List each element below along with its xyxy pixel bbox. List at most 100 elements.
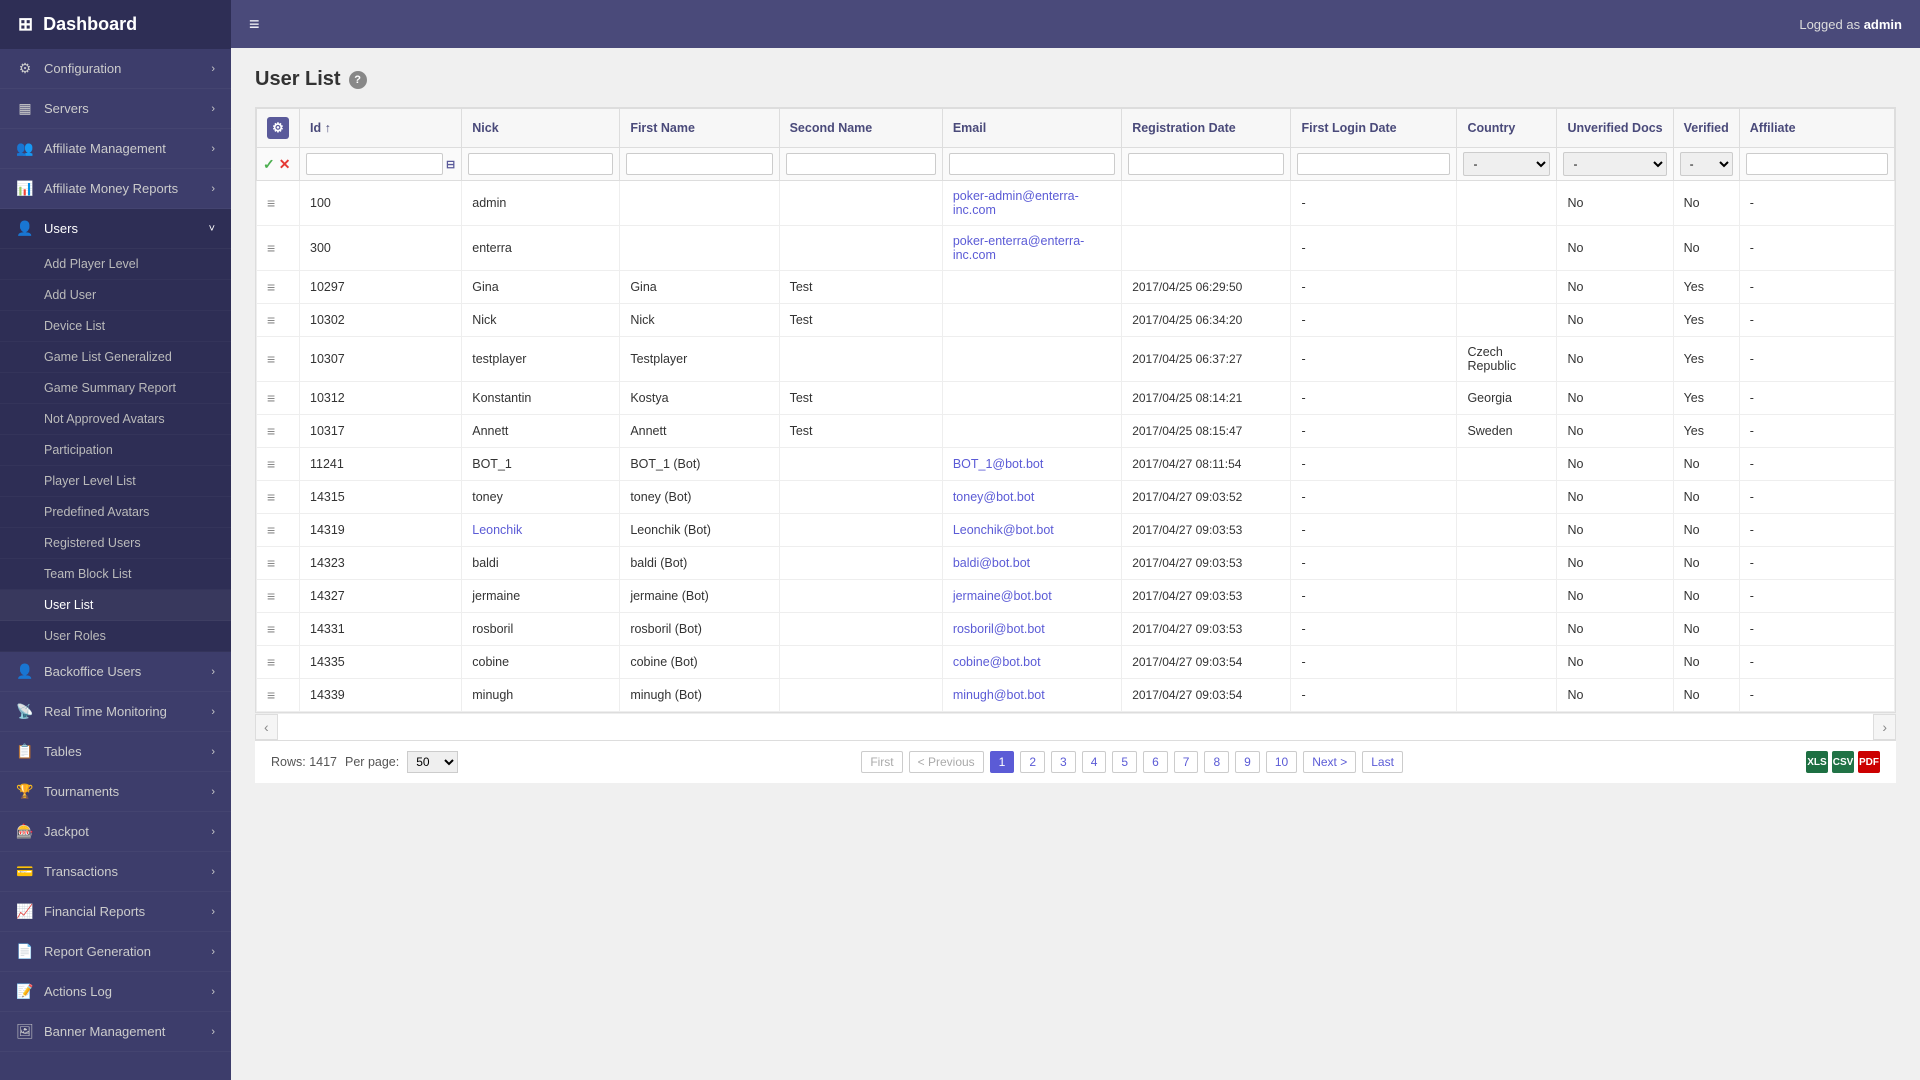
export-csv-button[interactable]: CSV [1832, 751, 1854, 773]
sidebar-item-users[interactable]: 👤 Users ˅ [0, 209, 231, 249]
row-menu-icon[interactable]: ≡ [267, 621, 275, 637]
prev-page-button[interactable]: < Previous [909, 751, 984, 773]
servers-icon: ▦ [16, 100, 34, 117]
sidebar-item-actions-log[interactable]: 📝 Actions Log › [0, 972, 231, 1012]
sidebar-sub-player-level-list[interactable]: Player Level List [0, 466, 231, 497]
row-menu-icon[interactable]: ≡ [267, 423, 275, 439]
page-3-button[interactable]: 3 [1051, 751, 1076, 773]
filter-nick-input[interactable] [468, 153, 613, 175]
row-menu-icon[interactable]: ≡ [267, 489, 275, 505]
sidebar-item-backoffice-users[interactable]: 👤 Backoffice Users › [0, 652, 231, 692]
sidebar-item-jackpot[interactable]: 🎰 Jackpot › [0, 812, 231, 852]
col-header-reg-date[interactable]: Registration Date [1122, 109, 1291, 148]
filter-cell-id: ⊟ [300, 148, 462, 181]
table-settings-icon[interactable]: ⚙ [267, 117, 289, 139]
horizontal-scroll-container: ‹ › [255, 713, 1896, 740]
next-page-button[interactable]: Next > [1303, 751, 1356, 773]
sidebar-sub-team-block-list[interactable]: Team Block List [0, 559, 231, 590]
filter-country-select[interactable]: - [1463, 152, 1550, 176]
row-menu-icon[interactable]: ≡ [267, 588, 275, 604]
col-header-first-login[interactable]: First Login Date [1291, 109, 1457, 148]
first-page-button[interactable]: First [861, 751, 902, 773]
page-10-button[interactable]: 10 [1266, 751, 1297, 773]
filter-first-login-input[interactable] [1297, 153, 1450, 175]
col-header-affiliate[interactable]: Affiliate [1739, 109, 1894, 148]
sidebar-item-tables[interactable]: 📋 Tables › [0, 732, 231, 772]
filter-second-name-input[interactable] [786, 153, 936, 175]
page-2-button[interactable]: 2 [1020, 751, 1045, 773]
row-menu-icon[interactable]: ≡ [267, 279, 275, 295]
sidebar-sub-participation[interactable]: Participation [0, 435, 231, 466]
col-header-country[interactable]: Country [1457, 109, 1557, 148]
sidebar-sub-device-list[interactable]: Device List [0, 311, 231, 342]
row-menu-icon[interactable]: ≡ [267, 351, 275, 367]
sidebar-item-report-generation[interactable]: 📄 Report Generation › [0, 932, 231, 972]
filter-first-name-input[interactable] [626, 153, 772, 175]
sidebar-sub-registered-users[interactable]: Registered Users [0, 528, 231, 559]
row-menu-icon[interactable]: ≡ [267, 687, 275, 703]
sidebar-sub-game-list-generalized[interactable]: Game List Generalized [0, 342, 231, 373]
sidebar-sub-game-summary-report[interactable]: Game Summary Report [0, 373, 231, 404]
page-6-button[interactable]: 6 [1143, 751, 1168, 773]
help-icon[interactable]: ? [349, 71, 367, 89]
export-pdf-button[interactable]: PDF [1858, 751, 1880, 773]
page-5-button[interactable]: 5 [1112, 751, 1137, 773]
sidebar-item-financial-reports[interactable]: 📈 Financial Reports › [0, 892, 231, 932]
sidebar-item-real-time-monitoring[interactable]: 📡 Real Time Monitoring › [0, 692, 231, 732]
sidebar-item-banner-management[interactable]: 🖼 Banner Management › [0, 1012, 231, 1052]
row-menu-icon[interactable]: ≡ [267, 390, 275, 406]
row-menu-icon[interactable]: ≡ [267, 654, 275, 670]
sidebar-sub-not-approved-avatars[interactable]: Not Approved Avatars [0, 404, 231, 435]
col-header-id[interactable]: Id ↑ [300, 109, 462, 148]
sidebar-item-transactions[interactable]: 💳 Transactions › [0, 852, 231, 892]
filter-email-input[interactable] [949, 153, 1115, 175]
row-unverified-docs-cell: No [1557, 271, 1673, 304]
sidebar-sub-predefined-avatars[interactable]: Predefined Avatars [0, 497, 231, 528]
row-menu-cell: ≡ [257, 481, 300, 514]
sidebar-sub-user-list[interactable]: User List [0, 590, 231, 621]
row-menu-icon[interactable]: ≡ [267, 312, 275, 328]
row-menu-icon[interactable]: ≡ [267, 195, 275, 211]
row-nick[interactable]: Leonchik [472, 523, 522, 537]
filter-confirm-icon[interactable]: ✓ [263, 156, 275, 173]
filter-affiliate-input[interactable] [1746, 153, 1888, 175]
per-page-select[interactable]: 10 25 50 100 [407, 751, 458, 773]
filter-unverified-docs-select[interactable]: - [1563, 152, 1666, 176]
row-menu-icon[interactable]: ≡ [267, 522, 275, 538]
page-8-button[interactable]: 8 [1204, 751, 1229, 773]
filter-reg-date-input[interactable] [1128, 153, 1284, 175]
page-7-button[interactable]: 7 [1174, 751, 1199, 773]
col-header-verified[interactable]: Verified [1673, 109, 1739, 148]
sidebar-item-servers[interactable]: ▦ Servers › [0, 89, 231, 129]
row-menu-icon[interactable]: ≡ [267, 240, 275, 256]
sidebar-item-tournaments[interactable]: 🏆 Tournaments › [0, 772, 231, 812]
filter-id-icon[interactable]: ⊟ [446, 158, 455, 171]
filter-verified-select[interactable]: - [1680, 152, 1733, 176]
page-1-button[interactable]: 1 [990, 751, 1015, 773]
col-header-second-name[interactable]: Second Name [779, 109, 942, 148]
row-menu-icon[interactable]: ≡ [267, 456, 275, 472]
row-menu-icon[interactable]: ≡ [267, 555, 275, 571]
scroll-left-button[interactable]: ‹ [255, 714, 278, 740]
page-9-button[interactable]: 9 [1235, 751, 1260, 773]
scroll-right-button[interactable]: › [1873, 714, 1896, 740]
sidebar-item-configuration[interactable]: ⚙ Configuration › [0, 49, 231, 89]
col-header-first-name[interactable]: First Name [620, 109, 779, 148]
sidebar-item-affiliate-money-reports[interactable]: 📊 Affiliate Money Reports › [0, 169, 231, 209]
col-header-unverified-docs[interactable]: Unverified Docs [1557, 109, 1673, 148]
col-header-email[interactable]: Email [942, 109, 1121, 148]
row-unverified-docs-cell: No [1557, 382, 1673, 415]
col-header-nick[interactable]: Nick [462, 109, 620, 148]
row-first-login-cell: - [1291, 415, 1457, 448]
sidebar-item-affiliate-management[interactable]: 👥 Affiliate Management › [0, 129, 231, 169]
sidebar-sub-add-user[interactable]: Add User [0, 280, 231, 311]
hamburger-menu-button[interactable]: ≡ [249, 14, 260, 35]
sidebar-sub-user-roles[interactable]: User Roles [0, 621, 231, 652]
export-xls-button[interactable]: XLS [1806, 751, 1828, 773]
sidebar-sub-add-player-level[interactable]: Add Player Level [0, 249, 231, 280]
page-4-button[interactable]: 4 [1082, 751, 1107, 773]
filter-id-input[interactable] [306, 153, 443, 175]
filter-cancel-icon[interactable]: ✕ [279, 156, 291, 173]
row-first-login-cell: - [1291, 448, 1457, 481]
last-page-button[interactable]: Last [1362, 751, 1403, 773]
